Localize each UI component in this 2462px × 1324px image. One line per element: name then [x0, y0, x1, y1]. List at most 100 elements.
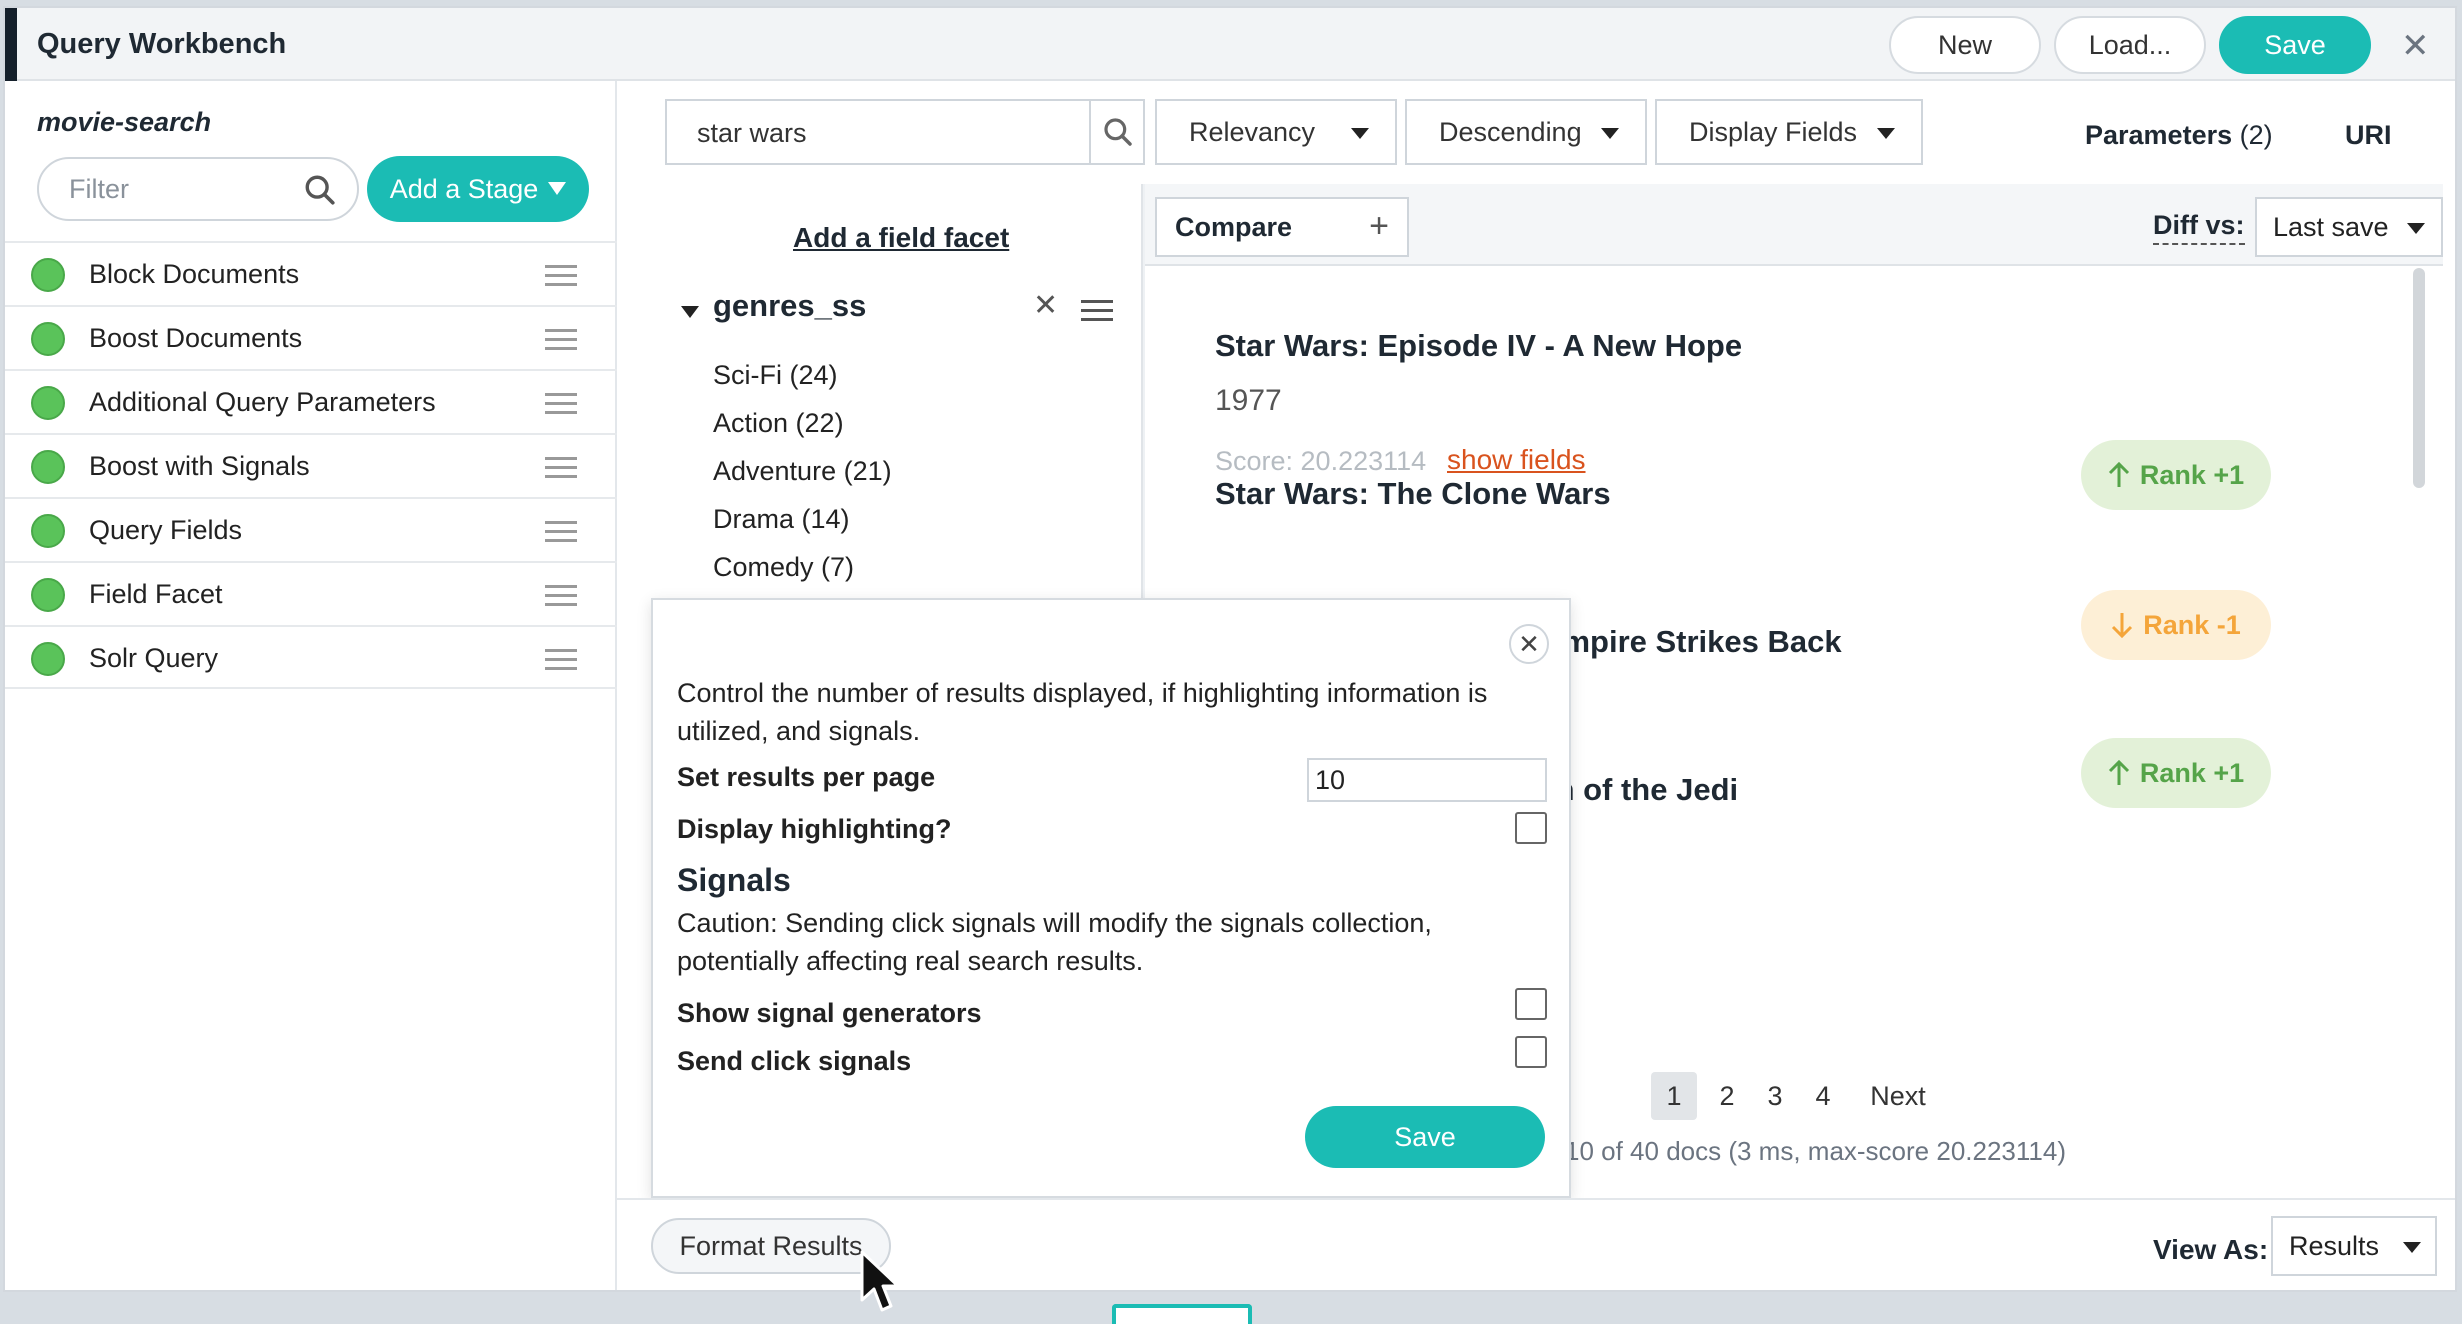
page-2[interactable]: 2 [1709, 1072, 1745, 1120]
add-stage-button[interactable]: Add a Stage [367, 156, 589, 222]
parameters-tab[interactable]: Parameters (2) [2085, 120, 2273, 151]
doc-score: Score: 20.223114 [1215, 446, 1427, 476]
stage-row-field-facet[interactable]: Field Facet [5, 561, 617, 625]
caret-down-icon [1601, 128, 1619, 139]
menu-icon[interactable] [1081, 298, 1113, 322]
stage-row-boost-documents[interactable]: Boost Documents [5, 305, 617, 369]
doc-title[interactable]: Star Wars: The Clone Wars [1215, 476, 1611, 512]
filter-input[interactable] [69, 171, 289, 207]
stage-enabled-indicator[interactable] [31, 386, 65, 420]
results-per-page-input[interactable] [1307, 758, 1547, 802]
stage-label: Query Fields [89, 515, 243, 545]
highlighting-checkbox[interactable] [1515, 812, 1547, 844]
stages-panel: movie-search Add a Stage Block Documents… [5, 81, 617, 1290]
arrow-down-icon [2112, 613, 2133, 638]
stage-row-block-documents[interactable]: Block Documents [5, 241, 617, 305]
display-fields-label: Display Fields [1689, 116, 1858, 147]
popover-save-button[interactable]: Save [1305, 1106, 1545, 1168]
drag-handle-icon[interactable] [545, 263, 577, 287]
stage-row-additional-query-parameters[interactable]: Additional Query Parameters [5, 369, 617, 433]
stage-enabled-indicator[interactable] [31, 578, 65, 612]
stage-label: Boost Documents [89, 323, 303, 353]
popover-description: Control the number of results displayed,… [677, 678, 1488, 746]
format-results-popover: ✕ Control the number of results displaye… [651, 598, 1571, 1198]
highlighting-label: Display highlighting? [677, 814, 952, 844]
results-header: Compare + Diff vs: Last save [1145, 184, 2443, 266]
send-click-signals-checkbox[interactable] [1515, 1036, 1547, 1068]
stage-list: Block Documents Boost Documents Addition… [5, 241, 617, 689]
rank-down-button[interactable]: Rank -1 [2081, 590, 2271, 660]
app-name: movie-search [37, 107, 212, 137]
stage-enabled-indicator[interactable] [31, 642, 65, 676]
stage-enabled-indicator[interactable] [31, 322, 65, 356]
uri-tab[interactable]: URI [2345, 120, 2392, 151]
compare-button[interactable]: Compare + [1155, 197, 1409, 257]
arrow-up-icon [2108, 760, 2129, 785]
send-click-signals-label: Send click signals [677, 1046, 912, 1076]
page-4[interactable]: 4 [1805, 1072, 1841, 1120]
sort-by-value: Relevancy [1189, 116, 1316, 147]
drag-handle-icon[interactable] [545, 519, 577, 543]
load-button[interactable]: Load... [2054, 16, 2206, 74]
facet-item[interactable]: Adventure (21) [713, 456, 892, 487]
caret-down-icon [1351, 128, 1369, 139]
stage-row-solr-query[interactable]: Solr Query [5, 625, 617, 689]
query-input[interactable] [697, 115, 1077, 151]
display-fields-dropdown[interactable]: Display Fields [1655, 99, 1923, 165]
save-button[interactable]: Save [2219, 16, 2371, 74]
rank-label: Rank -1 [2143, 609, 2241, 640]
page-3[interactable]: 3 [1757, 1072, 1793, 1120]
close-icon[interactable]: ✕ [2401, 26, 2430, 66]
rank-up-button[interactable]: Rank +1 [2081, 440, 2271, 510]
search-icon [305, 175, 335, 205]
drag-handle-icon[interactable] [545, 391, 577, 415]
close-icon[interactable]: ✕ [1509, 624, 1549, 664]
filter-field[interactable] [37, 157, 359, 221]
query-field[interactable] [665, 99, 1145, 165]
results-summary: 10 of 40 docs (3 ms, max-score 20.223114… [1565, 1136, 2066, 1166]
rank-up-button[interactable]: Rank +1 [2081, 738, 2271, 808]
signals-heading: Signals [677, 862, 791, 898]
next-page[interactable]: Next [1861, 1072, 1935, 1120]
show-fields-link[interactable]: show fields [1447, 444, 1586, 476]
facet-item[interactable]: Sci-Fi (24) [713, 360, 838, 391]
page-1[interactable]: 1 [1651, 1072, 1697, 1120]
drag-handle-icon[interactable] [545, 455, 577, 479]
stage-enabled-indicator[interactable] [31, 258, 65, 292]
stage-row-query-fields[interactable]: Query Fields [5, 497, 617, 561]
add-field-facet-link[interactable]: Add a field facet [793, 222, 1009, 254]
compare-label: Compare [1175, 211, 1293, 242]
stage-label: Block Documents [89, 259, 300, 289]
window-title: Query Workbench [37, 28, 287, 60]
drag-handle-icon[interactable] [545, 647, 577, 671]
format-results-button[interactable]: Format Results [651, 1218, 891, 1274]
diff-vs-dropdown[interactable]: Last save [2255, 197, 2443, 257]
sort-by-dropdown[interactable]: Relevancy [1155, 99, 1397, 165]
caret-down-icon [548, 182, 567, 195]
search-button[interactable] [1089, 99, 1145, 165]
close-icon[interactable]: ✕ [1033, 288, 1058, 323]
show-signal-generators-checkbox[interactable] [1515, 988, 1547, 1020]
facet-item[interactable]: Drama (14) [713, 504, 850, 535]
view-as-dropdown[interactable]: Results [2271, 1216, 2437, 1276]
diff-vs-label: Diff vs: [2153, 210, 2245, 245]
facet-item[interactable]: Comedy (7) [713, 552, 854, 583]
facet-item[interactable]: Action (22) [713, 408, 844, 439]
results-per-page-label: Set results per page [677, 762, 936, 792]
dock-indicator [1112, 1304, 1252, 1324]
collapse-caret-icon[interactable] [681, 306, 699, 318]
caret-down-icon [1877, 128, 1895, 139]
title-accent [5, 8, 17, 81]
doc-title[interactable]: Star Wars: Episode IV - A New Hope [1215, 328, 1742, 364]
drag-handle-icon[interactable] [545, 583, 577, 607]
drag-handle-icon[interactable] [545, 327, 577, 351]
stage-label: Boost with Signals [89, 451, 310, 481]
rank-label: Rank +1 [2139, 459, 2245, 490]
stage-enabled-indicator[interactable] [31, 450, 65, 484]
stage-enabled-indicator[interactable] [31, 514, 65, 548]
stage-row-boost-with-signals[interactable]: Boost with Signals [5, 433, 617, 497]
new-button[interactable]: New [1889, 16, 2041, 74]
stage-label: Field Facet [89, 579, 223, 609]
results-scrollbar[interactable] [2413, 268, 2425, 488]
sort-order-dropdown[interactable]: Descending [1405, 99, 1647, 165]
